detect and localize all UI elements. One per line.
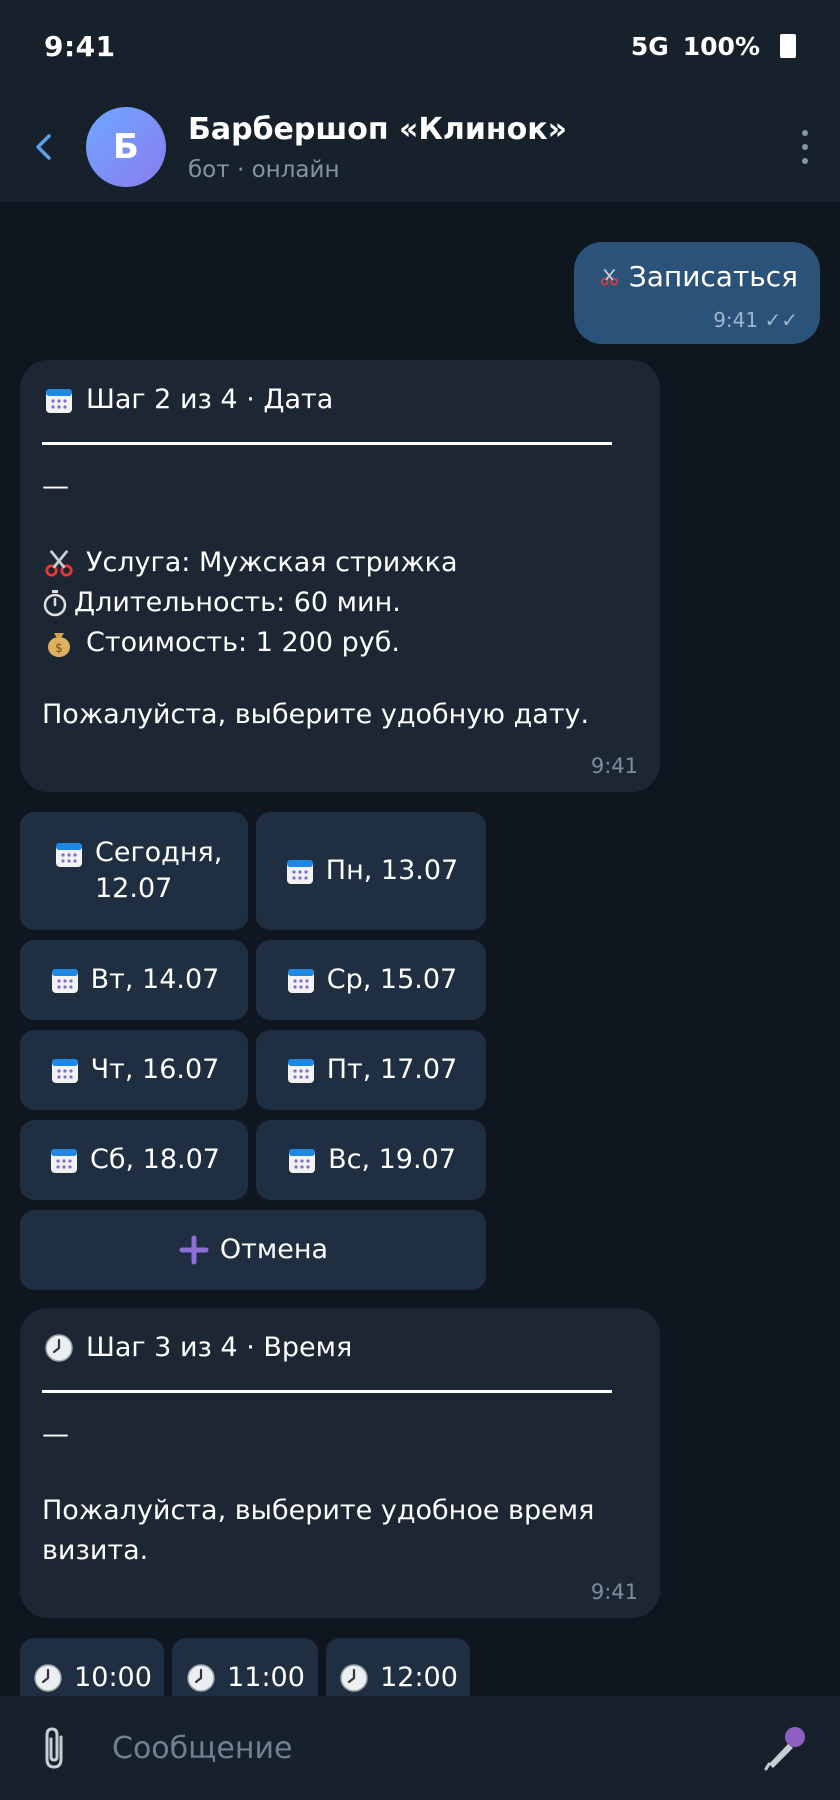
- date-button-tue[interactable]: Вт, 14.07: [20, 940, 248, 1020]
- cancel-label: Отмена: [219, 1234, 329, 1265]
- duration-text: Длительность: 60 мин.: [74, 587, 401, 618]
- outgoing-text-row: Записаться: [600, 260, 798, 293]
- message-time: 9:41: [590, 1580, 638, 1604]
- calendar-icon: [49, 964, 81, 996]
- service-text: Услуга: Мужская стрижка: [86, 547, 458, 578]
- network-label: 5G: [630, 31, 669, 61]
- chat-subtitle: бот · онлайн: [188, 156, 340, 183]
- time-button-1100[interactable]: 11:00: [172, 1638, 318, 1696]
- svg-text:$: $: [55, 641, 63, 655]
- date-button-label: Сегодня, 12.07: [95, 837, 223, 904]
- calendar-icon: [284, 855, 316, 887]
- more-vertical-icon: [802, 126, 808, 168]
- scissors-icon: [600, 268, 618, 286]
- calendar-icon: [53, 838, 85, 870]
- calendar-icon: [285, 1054, 317, 1086]
- date-button-thu[interactable]: Чт, 16.07: [20, 1030, 248, 1110]
- paperclip-icon: [45, 1727, 63, 1769]
- time-button-1200[interactable]: 12:00: [326, 1638, 470, 1696]
- date-button-label: Пт, 17.07: [326, 1054, 458, 1085]
- date-button-sun[interactable]: Вс, 19.07: [256, 1120, 486, 1200]
- service-row: Услуга: Мужская стрижка: [42, 543, 638, 583]
- back-button[interactable]: [0, 92, 86, 202]
- calendar-icon: [48, 1144, 80, 1176]
- status-indicators: 5G 100%: [631, 32, 796, 61]
- divider-line: [42, 1390, 612, 1393]
- battery-icon: [780, 34, 796, 58]
- clock-icon: [32, 1662, 64, 1694]
- clock-icon: [338, 1662, 370, 1694]
- message-composer: [0, 1696, 840, 1800]
- avatar[interactable]: Б: [86, 107, 166, 187]
- plus-icon: [178, 1234, 210, 1266]
- status-bar: 9:41 5G 100%: [0, 0, 840, 92]
- step3-dash: —: [42, 1419, 69, 1450]
- calendar-icon: [286, 1144, 318, 1176]
- battery-percent: 100%: [682, 31, 760, 61]
- telegram-chat-screen: 9:41 5G 100% Б Барбершоп «Клинок» бот · …: [0, 0, 840, 1800]
- date-button-label: Ср, 15.07: [326, 964, 458, 995]
- chevron-left-icon: [36, 134, 51, 160]
- calendar-icon: [49, 1054, 81, 1086]
- attach-button[interactable]: [0, 1696, 112, 1800]
- time-button-label: 12:00: [380, 1662, 458, 1693]
- status-time: 9:41: [44, 29, 116, 63]
- microphone-icon: [764, 1727, 805, 1771]
- chat-header: Б Барбершоп «Клинок» бот · онлайн: [0, 92, 840, 202]
- message-time-read: 9:41 ✓✓: [713, 308, 798, 332]
- money-bag-icon: $: [42, 626, 76, 660]
- clock-icon: [185, 1662, 217, 1694]
- time-button-1000[interactable]: 10:00: [20, 1638, 164, 1696]
- date-button-mon[interactable]: Пн, 13.07: [256, 812, 486, 930]
- date-button-label: Чт, 16.07: [90, 1054, 220, 1085]
- outgoing-text: Записаться: [628, 260, 798, 293]
- time-prompt: Пожалуйста, выберите удобное время визит…: [42, 1495, 595, 1566]
- clock-icon: [42, 1331, 76, 1365]
- microphone-button[interactable]: [730, 1696, 840, 1800]
- date-button-today[interactable]: Сегодня, 12.07: [20, 812, 248, 930]
- date-button-label: Вс, 19.07: [328, 1144, 456, 1175]
- outgoing-message[interactable]: Записаться 9:41 ✓✓: [574, 242, 820, 344]
- more-menu-button[interactable]: [770, 92, 840, 202]
- step3-title: Шаг 3 из 4 · Время: [86, 1332, 353, 1363]
- date-prompt: Пожалуйста, выберите удобную дату.: [42, 699, 590, 730]
- message-time: 9:41: [590, 754, 638, 778]
- message-input[interactable]: [112, 1718, 730, 1778]
- divider-line: [42, 442, 612, 445]
- date-button-label: Вт, 14.07: [90, 964, 220, 995]
- scissors-icon: [42, 546, 76, 580]
- bot-message-step2[interactable]: Шаг 2 из 4 · Дата — Услуга: Мужская стри…: [20, 360, 660, 792]
- price-row: $ Стоимость: 1 200 руб.: [42, 623, 638, 663]
- bot-message-step3[interactable]: Шаг 3 из 4 · Время — Пожалуйста, выберит…: [20, 1308, 660, 1618]
- chat-title: Барбершоп «Клинок»: [188, 111, 567, 147]
- time-button-label: 11:00: [227, 1662, 305, 1693]
- date-button-sat[interactable]: Сб, 18.07: [20, 1120, 248, 1200]
- chat-info[interactable]: Барбершоп «Клинок» бот · онлайн: [188, 112, 770, 183]
- calendar-icon: [285, 964, 317, 996]
- date-button-label: Пн, 13.07: [325, 855, 459, 886]
- stopwatch-icon: [42, 586, 68, 620]
- message-list[interactable]: Записаться 9:41 ✓✓ Шаг 2 из 4 · Дата — У…: [0, 202, 840, 1696]
- step3-title-row: Шаг 3 из 4 · Время: [42, 1328, 638, 1368]
- date-button-fri[interactable]: Пт, 17.07: [256, 1030, 486, 1110]
- price-text: Стоимость: 1 200 руб.: [86, 627, 400, 658]
- time-button-label: 10:00: [74, 1662, 152, 1693]
- cancel-button[interactable]: Отмена: [20, 1210, 486, 1290]
- date-button-wed[interactable]: Ср, 15.07: [256, 940, 486, 1020]
- step2-title-row: Шаг 2 из 4 · Дата: [42, 380, 638, 420]
- date-button-label: Сб, 18.07: [90, 1144, 220, 1175]
- calendar-icon: [42, 383, 76, 417]
- step2-title: Шаг 2 из 4 · Дата: [86, 384, 334, 415]
- duration-row: Длительность: 60 мин.: [42, 583, 638, 623]
- step2-dash: —: [42, 471, 69, 502]
